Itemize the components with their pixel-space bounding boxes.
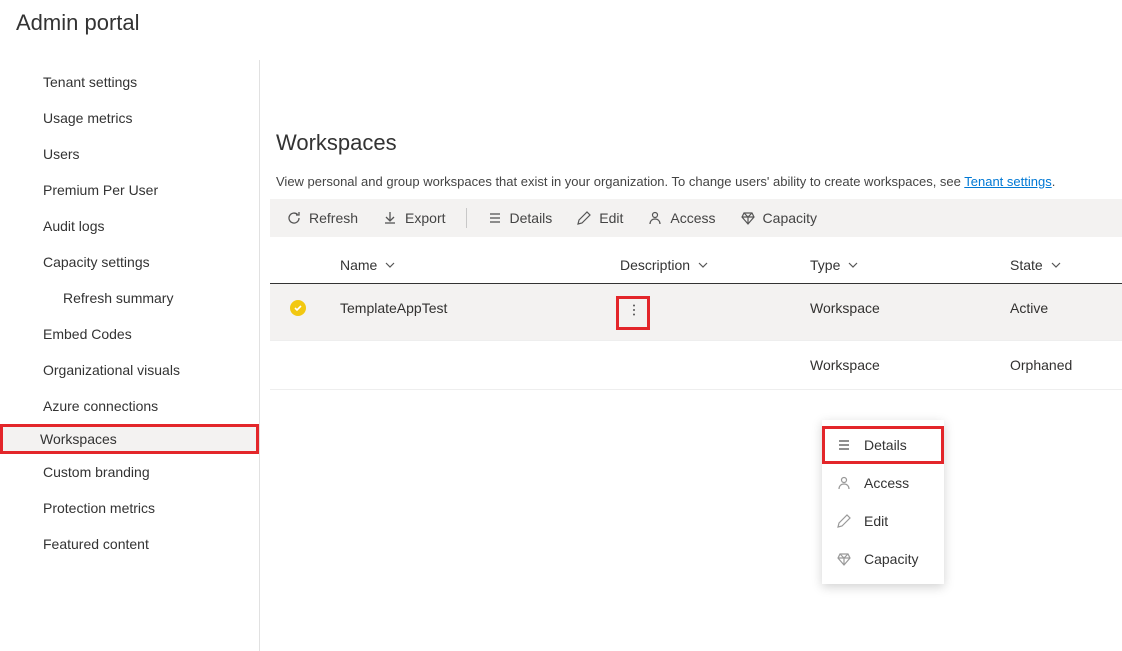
refresh-button[interactable]: Refresh [276,199,368,237]
cell-state: Orphaned [1010,357,1122,373]
capacity-label: Capacity [763,210,817,226]
sidebar-item-capacity-settings[interactable]: Capacity settings [0,244,259,280]
pencil-icon [836,513,852,529]
list-icon [487,210,503,226]
context-details-label: Details [864,437,907,453]
sidebar-item-users[interactable]: Users [0,136,259,172]
sidebar-item-custom-branding[interactable]: Custom branding [0,454,259,490]
export-button[interactable]: Export [372,199,455,237]
sidebar-item-organizational-visuals[interactable]: Organizational visuals [0,352,259,388]
context-menu-edit[interactable]: Edit [822,502,944,540]
workspaces-table: Name Description Type State [270,247,1122,390]
toolbar-separator [466,208,467,228]
table-header-row: Name Description Type State [270,247,1122,284]
context-menu-details[interactable]: Details [822,426,944,464]
refresh-label: Refresh [309,210,358,226]
cell-state: Active [1010,300,1122,324]
header-description-label: Description [620,257,690,273]
context-edit-label: Edit [864,513,888,529]
person-icon [836,475,852,491]
sidebar-item-protection-metrics[interactable]: Protection metrics [0,490,259,526]
sidebar-item-featured-content[interactable]: Featured content [0,526,259,562]
context-access-label: Access [864,475,909,491]
capacity-button[interactable]: Capacity [730,199,827,237]
table-row[interactable]: Workspace Orphaned [270,341,1122,390]
diamond-icon [740,210,756,226]
header-type[interactable]: Type [810,257,1010,273]
header-name[interactable]: Name [340,257,620,273]
chevron-down-icon [385,260,395,270]
sidebar-item-audit-logs[interactable]: Audit logs [0,208,259,244]
context-menu-capacity[interactable]: Capacity [822,540,944,578]
sidebar-item-workspaces[interactable]: Workspaces [0,424,259,454]
details-label: Details [510,210,553,226]
section-description: View personal and group workspaces that … [270,174,1122,189]
context-menu: Details Access Edit Capacity [822,420,944,584]
refresh-icon [286,210,302,226]
cell-description [620,357,810,373]
access-label: Access [670,210,715,226]
header-name-label: Name [340,257,377,273]
header-state-label: State [1010,257,1043,273]
cell-name [340,357,620,373]
person-icon [647,210,663,226]
main-content: Workspaces View personal and group works… [260,60,1122,651]
section-desc-suffix: . [1052,174,1056,189]
page-title: Admin portal [0,0,1122,36]
table-row[interactable]: TemplateAppTest Workspace Active [270,284,1122,341]
header-type-label: Type [810,257,840,273]
sidebar-item-usage-metrics[interactable]: Usage metrics [0,100,259,136]
edit-button[interactable]: Edit [566,199,633,237]
sidebar-item-tenant-settings[interactable]: Tenant settings [0,64,259,100]
cell-name: TemplateAppTest [340,300,620,324]
details-button[interactable]: Details [477,199,563,237]
sidebar-item-premium-per-user[interactable]: Premium Per User [0,172,259,208]
sidebar-item-azure-connections[interactable]: Azure connections [0,388,259,424]
highlight-box [616,296,650,330]
edit-label: Edit [599,210,623,226]
export-label: Export [405,210,445,226]
sidebar-item-embed-codes[interactable]: Embed Codes [0,316,259,352]
header-state[interactable]: State [1010,257,1122,273]
diamond-icon [836,551,852,567]
sidebar: Tenant settings Usage metrics Users Prem… [0,60,260,651]
section-desc-text: View personal and group workspaces that … [276,174,964,189]
access-button[interactable]: Access [637,199,725,237]
list-icon [836,437,852,453]
tenant-settings-link[interactable]: Tenant settings [964,174,1051,189]
chevron-down-icon [848,260,858,270]
sidebar-item-refresh-summary[interactable]: Refresh summary [0,280,259,316]
cell-type: Workspace [810,300,1010,324]
pencil-icon [576,210,592,226]
section-title: Workspaces [270,130,1122,156]
context-menu-access[interactable]: Access [822,464,944,502]
selected-check-icon [290,300,306,316]
cell-type: Workspace [810,357,1010,373]
chevron-down-icon [698,260,708,270]
download-icon [382,210,398,226]
chevron-down-icon [1051,260,1061,270]
toolbar: Refresh Export Details Edit [270,199,1122,237]
context-capacity-label: Capacity [864,551,918,567]
header-description[interactable]: Description [620,257,810,273]
